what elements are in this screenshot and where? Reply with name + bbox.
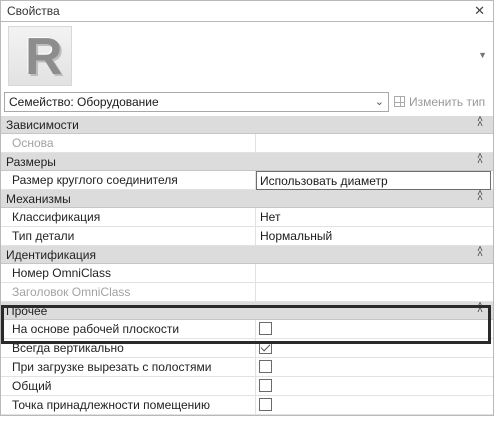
revit-family-icon: R bbox=[8, 26, 72, 86]
property-row: На основе рабочей плоскости bbox=[1, 320, 493, 339]
property-row: Основа bbox=[1, 134, 493, 153]
properties-grid: Зависимости ˄ ˄ Основа Размеры ˄ ˄ Размер кругл… bbox=[0, 115, 494, 416]
type-selector-value: Семейство: Оборудование bbox=[9, 95, 159, 109]
checkbox-unchecked[interactable] bbox=[259, 322, 272, 335]
palette-title: Свойства bbox=[7, 4, 60, 18]
property-name: Классификация bbox=[1, 208, 256, 226]
property-row: При загрузке вырезать с полостями bbox=[1, 358, 493, 377]
chevron-down-icon: ⌄ bbox=[374, 96, 384, 108]
property-name: Точка принадлежности помещению bbox=[1, 396, 256, 414]
type-selector-row: Семейство: Оборудование ⌄ Изменить тип bbox=[0, 89, 494, 116]
type-preview[interactable]: R ▼ bbox=[0, 22, 494, 89]
edit-type-icon bbox=[394, 96, 405, 107]
property-name: Всегда вертикально bbox=[1, 339, 256, 357]
edit-type-button[interactable]: Изменить тип bbox=[394, 95, 485, 109]
properties-palette: Свойства ✕ R ▼ Семейство: Оборудование ⌄… bbox=[0, 0, 494, 422]
edit-type-label: Изменить тип bbox=[409, 95, 486, 109]
property-name: Основа bbox=[1, 134, 256, 152]
property-value-dropdown[interactable]: Использовать диаметр bbox=[256, 171, 491, 190]
checkbox-checked[interactable] bbox=[259, 341, 272, 354]
property-row: Классификация Нет bbox=[1, 208, 493, 227]
property-name: Размер круглого соединителя bbox=[1, 171, 256, 189]
checkbox-unchecked[interactable] bbox=[259, 360, 272, 373]
property-row: Номер OmniClass bbox=[1, 264, 493, 283]
group-label: Механизмы bbox=[6, 192, 71, 206]
property-row: Размер круглого соединителя Использовать … bbox=[1, 171, 493, 190]
property-row: Точка принадлежности помещению bbox=[1, 396, 493, 415]
group-header[interactable]: Размеры ˄ ˄ bbox=[1, 152, 493, 171]
property-value[interactable] bbox=[257, 283, 493, 301]
collapse-chevrons-icon[interactable]: ˄ ˄ bbox=[477, 115, 483, 130]
property-value[interactable]: Нормальный bbox=[257, 227, 493, 245]
property-name: Номер OmniClass bbox=[1, 264, 256, 282]
group-label: Прочее bbox=[6, 304, 48, 318]
collapse-chevrons-icon[interactable]: ˄ ˄ bbox=[477, 152, 483, 167]
property-value[interactable]: Нет bbox=[257, 208, 493, 226]
preview-dropdown-icon[interactable]: ▼ bbox=[478, 50, 487, 60]
revit-r-glyph-icon: R bbox=[25, 28, 63, 86]
group-header[interactable]: Механизмы ˄ ˄ bbox=[1, 189, 493, 208]
property-value[interactable] bbox=[257, 264, 493, 282]
property-name: Тип детали bbox=[1, 227, 256, 245]
property-value[interactable] bbox=[257, 134, 493, 152]
group-header[interactable]: Прочее ˄ ˄ bbox=[1, 301, 493, 320]
group-header[interactable]: Зависимости ˄ ˄ bbox=[1, 115, 493, 134]
property-row: Тип детали Нормальный bbox=[1, 227, 493, 246]
checkbox-unchecked[interactable] bbox=[259, 379, 272, 392]
group-label: Идентификация bbox=[6, 248, 96, 262]
property-name: На основе рабочей плоскости bbox=[1, 320, 256, 338]
property-row: Всегда вертикально bbox=[1, 339, 493, 358]
property-row: Заголовок OmniClass bbox=[1, 283, 493, 302]
group-label: Зависимости bbox=[6, 118, 79, 132]
property-name: Заголовок OmniClass bbox=[1, 283, 256, 301]
close-icon[interactable]: ✕ bbox=[474, 3, 485, 19]
type-selector-dropdown[interactable]: Семейство: Оборудование ⌄ bbox=[4, 92, 389, 112]
collapse-chevrons-icon[interactable]: ˄ ˄ bbox=[477, 301, 483, 316]
property-row: Общий bbox=[1, 377, 493, 396]
palette-titlebar: Свойства ✕ bbox=[0, 0, 494, 22]
group-header[interactable]: Идентификация ˄ ˄ bbox=[1, 245, 493, 264]
property-name: Общий bbox=[1, 377, 256, 395]
collapse-chevrons-icon[interactable]: ˄ ˄ bbox=[477, 245, 483, 260]
checkbox-unchecked[interactable] bbox=[259, 398, 272, 411]
property-name: При загрузке вырезать с полостями bbox=[1, 358, 256, 376]
group-label: Размеры bbox=[6, 155, 56, 169]
collapse-chevrons-icon[interactable]: ˄ ˄ bbox=[477, 189, 483, 204]
